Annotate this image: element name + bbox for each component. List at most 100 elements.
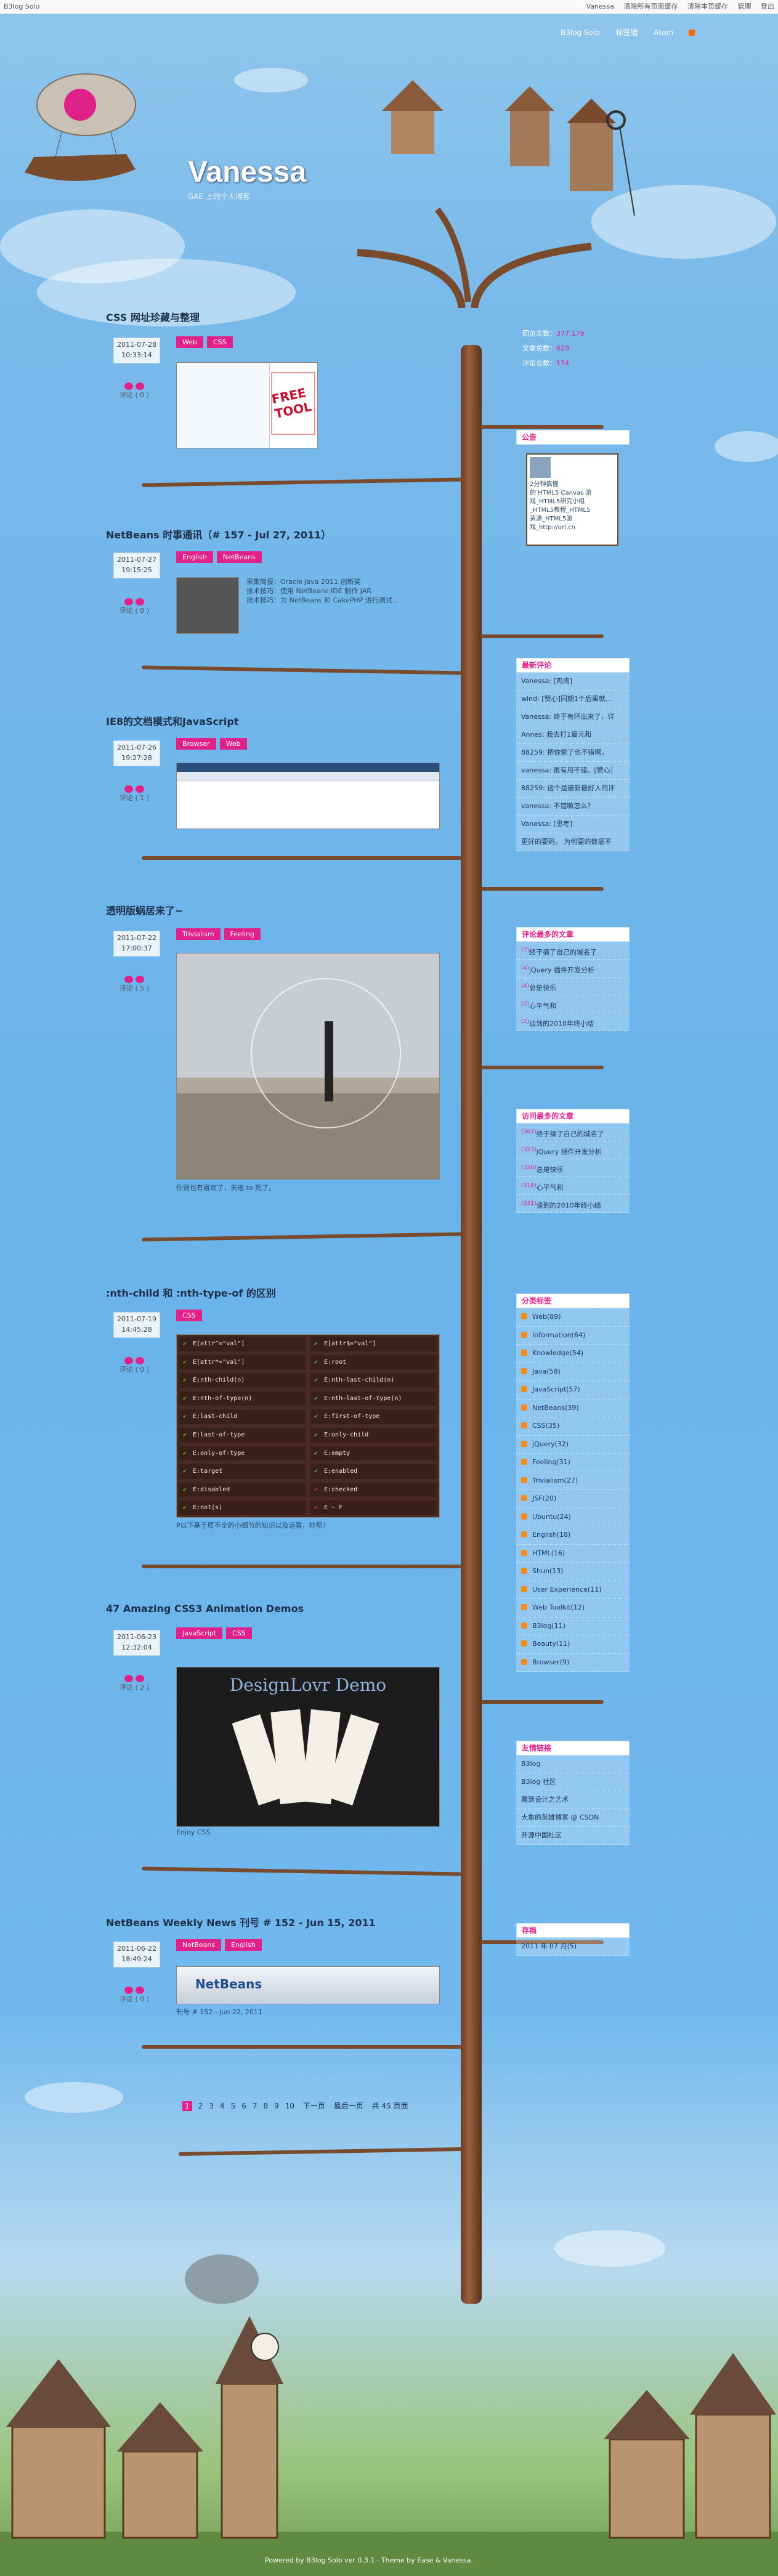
topbar-link-user[interactable]: Vanessa (586, 2, 614, 10)
article-link[interactable]: (7)终于搞了自己的城名了 (516, 942, 630, 960)
rss-feed-icon[interactable] (521, 1568, 527, 1574)
comment-item[interactable]: Annes: 我去打1篇元和 (516, 726, 630, 744)
tag-netbeans[interactable]: NetBeans (216, 551, 262, 563)
rss-feed-icon[interactable] (521, 1367, 527, 1374)
nav-tags-link[interactable]: 标签墙 (615, 28, 638, 37)
post-photo[interactable] (176, 953, 440, 1180)
post-title[interactable]: CSS 网址珍藏与整理 (106, 309, 451, 324)
topbar-link-logout[interactable]: 登出 (761, 2, 774, 10)
rss-feed-icon[interactable] (521, 1440, 527, 1447)
comment-item[interactable]: vanessa: 很有用不错。[赞心] (516, 762, 630, 780)
post-comments-link[interactable]: 评论 ( 1 ) (116, 785, 153, 803)
tag-english[interactable]: English (225, 1939, 262, 1951)
tag-javascript[interactable]: JavaScript (176, 1627, 223, 1639)
rss-feed-icon[interactable] (521, 1640, 527, 1646)
post-title[interactable]: 透明版蜗居来了~ (106, 902, 451, 917)
tag-web[interactable]: Web (219, 738, 247, 750)
archive-link[interactable]: 2011 年 07 月(5) (516, 1938, 630, 1956)
category-link[interactable]: HTML(16) (516, 1545, 630, 1563)
article-link[interactable]: (2)谈到的2010年终小结 (516, 1013, 630, 1031)
nav-rss-link[interactable]: Atom (654, 28, 708, 37)
category-link[interactable]: Trivialism(27) (516, 1472, 630, 1490)
category-link[interactable]: Web Toolkit(12) (516, 1599, 630, 1618)
topbar-brand[interactable]: B3log Solo (4, 0, 39, 14)
friend-link[interactable]: B3log (516, 1756, 630, 1773)
topbar-link-admin[interactable]: 管理 (738, 2, 752, 10)
page-link[interactable]: 6 (241, 2102, 246, 2110)
rss-feed-icon[interactable] (521, 1658, 527, 1665)
page-link[interactable]: 9 (274, 2102, 279, 2110)
page-link[interactable]: 8 (263, 2102, 268, 2110)
tag-english[interactable]: English (176, 551, 213, 563)
category-link[interactable]: Ubuntu(24) (516, 1509, 630, 1526)
post-thumbnail[interactable] (176, 763, 440, 829)
page-link-current[interactable]: 1 (182, 2101, 192, 2111)
category-link[interactable]: Shun(13) (516, 1563, 630, 1581)
rss-feed-icon[interactable] (521, 1459, 527, 1465)
rss-feed-icon[interactable] (521, 1313, 527, 1319)
friend-link[interactable]: 开源中国社区 (516, 1827, 630, 1845)
category-link[interactable]: Java(58) (516, 1363, 630, 1381)
comment-item[interactable]: Vanessa: [鸡肉] (516, 673, 630, 691)
page-link[interactable]: 7 (253, 2102, 257, 2110)
post-comments-link[interactable]: 评论 ( 2 ) (116, 1674, 153, 1692)
page-link[interactable]: 2 (198, 2102, 203, 2110)
rss-feed-icon[interactable] (521, 1586, 527, 1592)
rss-feed-icon[interactable] (521, 1350, 527, 1356)
rss-feed-icon[interactable] (521, 1476, 527, 1483)
rss-feed-icon[interactable] (521, 1386, 527, 1392)
last-page-link[interactable]: 最后一页 (334, 2102, 363, 2110)
comment-item[interactable]: 88259: 把你索了也不错啊。 (516, 744, 630, 762)
category-link[interactable]: Feeling(31) (516, 1454, 630, 1472)
article-link[interactable]: (318)心平气和 (516, 1177, 630, 1195)
rss-feed-icon[interactable] (521, 1513, 527, 1520)
post-comments-link[interactable]: 评论 ( 0 ) (116, 382, 153, 400)
blog-title[interactable]: Vanessa (188, 155, 306, 189)
category-link[interactable]: B3log(11) (516, 1618, 630, 1635)
post-title[interactable]: NetBeans Weekly News 刊号 # 152 - Jun 15, … (106, 1914, 451, 1929)
post-comments-link[interactable]: 评论 ( 5 ) (116, 975, 153, 993)
post-title[interactable]: NetBeans 时事通讯（# 157 - Jul 27, 2011） (106, 527, 451, 541)
post-comments-link[interactable]: 评论 ( 0 ) (116, 1356, 153, 1374)
post-thumbnail[interactable]: NetBeans (176, 1966, 440, 2004)
rss-feed-icon[interactable] (521, 1404, 527, 1411)
article-link[interactable]: (323)jQuery 插件开发分析 (516, 1141, 630, 1159)
topbar-link-clear-page-cache[interactable]: 清除本页缓存 (687, 2, 728, 10)
tag-css[interactable]: CSS (226, 1627, 252, 1639)
post-title[interactable]: IE8的文档模式和JavaScript (106, 713, 451, 728)
tag-trivialism[interactable]: Trivialism (176, 928, 221, 940)
rss-feed-icon[interactable] (521, 1622, 527, 1629)
category-link[interactable]: JSF(20) (516, 1490, 630, 1509)
article-link[interactable]: (4)jQuery 插件开发分析 (516, 960, 630, 978)
page-link[interactable]: 4 (220, 2102, 225, 2110)
post-comments-link[interactable]: 评论 ( 0 ) (116, 597, 153, 615)
rss-feed-icon[interactable] (521, 1331, 527, 1338)
rss-feed-icon[interactable] (521, 1531, 527, 1537)
tag-feeling[interactable]: Feeling (224, 928, 261, 940)
page-link[interactable]: 3 (209, 2102, 214, 2110)
next-page-link[interactable]: 下一页 (303, 2102, 325, 2110)
tag-css[interactable]: CSS (176, 1310, 202, 1321)
article-link[interactable]: (2)心平气和 (516, 995, 630, 1013)
comment-item[interactable]: 更好的要码。 为何要的数据不 (516, 833, 630, 851)
comment-item[interactable]: vanessa: 不错嘛怎么？ (516, 798, 630, 816)
post-thumbnail[interactable] (176, 577, 239, 634)
tag-netbeans[interactable]: NetBeans (176, 1939, 222, 1951)
post-thumbnail[interactable]: DesignLovr Demo (176, 1667, 440, 1827)
friend-link[interactable]: 雕到设计之艺术 (516, 1791, 630, 1809)
category-link[interactable]: NetBeans(39) (516, 1399, 630, 1417)
comment-item[interactable]: 88259: 这个是最新最好人的评 (516, 780, 630, 798)
rss-feed-icon[interactable] (521, 1422, 527, 1428)
category-link[interactable]: CSS(35) (516, 1417, 630, 1436)
post-thumbnail[interactable]: FREE TOOL (176, 362, 318, 448)
selector-table[interactable]: ✔ E[attr^="val"] ✔ E[attr$="val"] ✔ E[attr*="… (176, 1334, 440, 1518)
topbar-link-clear-all-cache[interactable]: 清除所有页面缓存 (624, 2, 678, 10)
tag-browser[interactable]: Browser (176, 738, 216, 750)
category-link[interactable]: Browser(9) (516, 1654, 630, 1672)
friend-link[interactable]: 大象的英雄博客 @ CSDN (516, 1809, 630, 1827)
comment-item[interactable]: Vanessa: 终于有环出来了，详 (516, 708, 630, 726)
comment-item[interactable]: Vanessa: [思考] (516, 816, 630, 833)
article-link[interactable]: (4)总是快乐 (516, 978, 630, 995)
tag-web[interactable]: Web (176, 336, 203, 348)
article-link[interactable]: (320)总是快乐 (516, 1159, 630, 1177)
